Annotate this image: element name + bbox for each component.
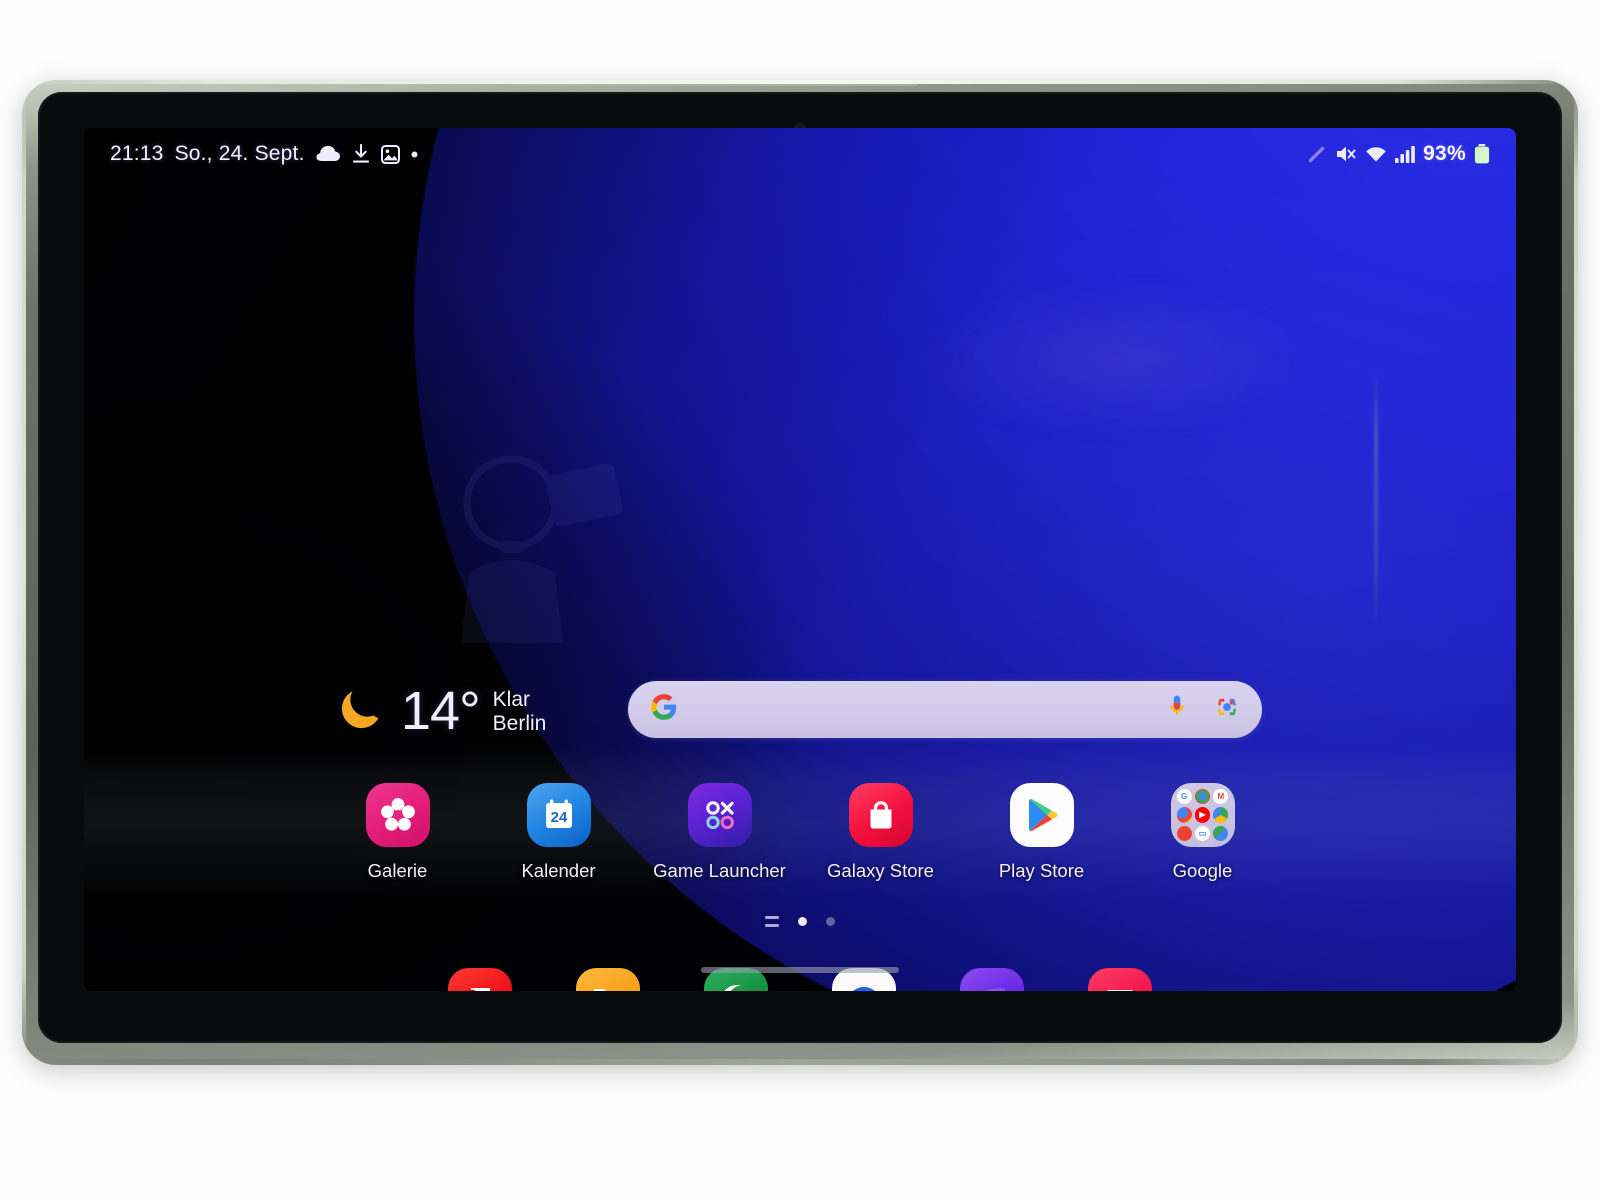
svg-text:24: 24 <box>550 809 567 826</box>
weather-condition: Klar <box>492 688 531 712</box>
mini-icon-youtube: ▶ <box>1194 807 1211 823</box>
status-bar[interactable]: 21:13 So., 24. Sept. 93% <box>84 128 1516 180</box>
app-label: Galaxy Store <box>827 860 934 881</box>
shopping-bag-icon <box>848 783 913 847</box>
google-search-bar[interactable] <box>628 681 1262 738</box>
game-launcher-icon <box>687 783 752 847</box>
antenna-line <box>267 85 427 87</box>
app-label: Game Launcher <box>653 860 786 881</box>
stylus-icon <box>1307 144 1327 164</box>
screen-reflection-line <box>1374 373 1378 628</box>
mini-icon-photos <box>1176 825 1192 841</box>
app-label: Kalender <box>521 860 596 881</box>
weather-text: Klar Berlin <box>493 688 547 735</box>
device-edge-highlight-left <box>22 80 26 1065</box>
cloud-icon <box>316 145 341 163</box>
google-folder-icon: G M ▶ ▭ <box>1170 783 1235 847</box>
dock-item-camera[interactable] <box>1088 968 1152 991</box>
app-label: Galerie <box>367 860 428 881</box>
status-bar-right: 93% <box>1307 142 1490 166</box>
status-date: So., 24. Sept. <box>174 142 305 165</box>
dot-icon <box>411 151 418 158</box>
download-icon <box>352 144 370 164</box>
signal-icon <box>1395 145 1415 163</box>
page-indicator <box>84 916 1516 927</box>
dock-item-samsung-notes[interactable] <box>448 968 512 991</box>
device-edge-highlight-bottom <box>22 1059 1578 1065</box>
screenshot-root: 21:13 So., 24. Sept. 93% 14° Klar Berlin… <box>0 0 1600 1200</box>
app-game-launcher[interactable]: Game Launcher <box>639 783 800 882</box>
app-google-folder[interactable]: G M ▶ ▭ Google <box>1122 783 1283 882</box>
battery-percent: 93% <box>1423 142 1466 165</box>
antenna-line <box>527 84 917 86</box>
mini-icon-messages: ▭ <box>1194 825 1211 841</box>
mini-icon-chrome <box>1194 789 1211 805</box>
weather-widget[interactable]: 14° Klar Berlin <box>338 683 546 738</box>
google-lens-icon[interactable] <box>1214 694 1240 725</box>
screen-reflection-camera <box>461 455 623 643</box>
gallery-flower-icon <box>365 783 430 847</box>
weather-location: Berlin <box>492 712 547 735</box>
tablet-device: 21:13 So., 24. Sept. 93% 14° Klar Berlin… <box>22 80 1578 1065</box>
app-galerie[interactable]: Galerie <box>317 783 478 882</box>
battery-icon <box>1474 144 1490 164</box>
play-store-icon <box>1009 783 1074 847</box>
device-bezel: 21:13 So., 24. Sept. 93% 14° Klar Berlin… <box>38 92 1562 1043</box>
tablet-screen[interactable]: 21:13 So., 24. Sept. 93% 14° Klar Berlin… <box>84 128 1516 991</box>
image-icon <box>380 144 400 164</box>
mini-icon-google: G <box>1176 789 1192 805</box>
app-grid: Galerie 24 Kalender Game Launcher Galaxy… <box>84 783 1516 882</box>
wifi-icon <box>1365 146 1387 163</box>
crescent-moon-icon <box>338 683 388 738</box>
app-kalender[interactable]: 24 Kalender <box>478 783 639 882</box>
microphone-icon[interactable] <box>1166 694 1188 725</box>
page-dot-1[interactable] <box>798 917 807 926</box>
apps-list-icon[interactable] <box>765 916 779 927</box>
google-g-icon <box>650 693 678 726</box>
status-time: 21:13 <box>110 142 164 165</box>
app-play-store[interactable]: Play Store <box>961 783 1122 882</box>
calendar-icon: 24 <box>526 783 591 847</box>
device-edge-highlight-right <box>1574 80 1578 1065</box>
dock-item-my-files[interactable] <box>576 968 640 991</box>
app-label: Play Store <box>998 860 1085 881</box>
mini-icon-gmail: M <box>1213 789 1229 805</box>
mini-icon-drive <box>1213 807 1229 823</box>
weather-temperature: 14° <box>401 680 481 741</box>
mute-icon <box>1335 144 1357 164</box>
app-galaxy-store[interactable]: Galaxy Store <box>800 783 961 882</box>
mini-icon-meet <box>1213 825 1229 841</box>
app-label: Google <box>1172 860 1233 881</box>
status-bar-left: 21:13 So., 24. Sept. <box>110 142 418 166</box>
mini-icon-assistant <box>1176 807 1192 823</box>
search-bar-actions <box>1166 694 1240 725</box>
screen-reflection-blob <box>914 278 1314 438</box>
page-dot-2[interactable] <box>826 917 835 926</box>
dock-item-samsung-internet[interactable] <box>960 968 1024 991</box>
gesture-handle[interactable] <box>701 967 899 973</box>
